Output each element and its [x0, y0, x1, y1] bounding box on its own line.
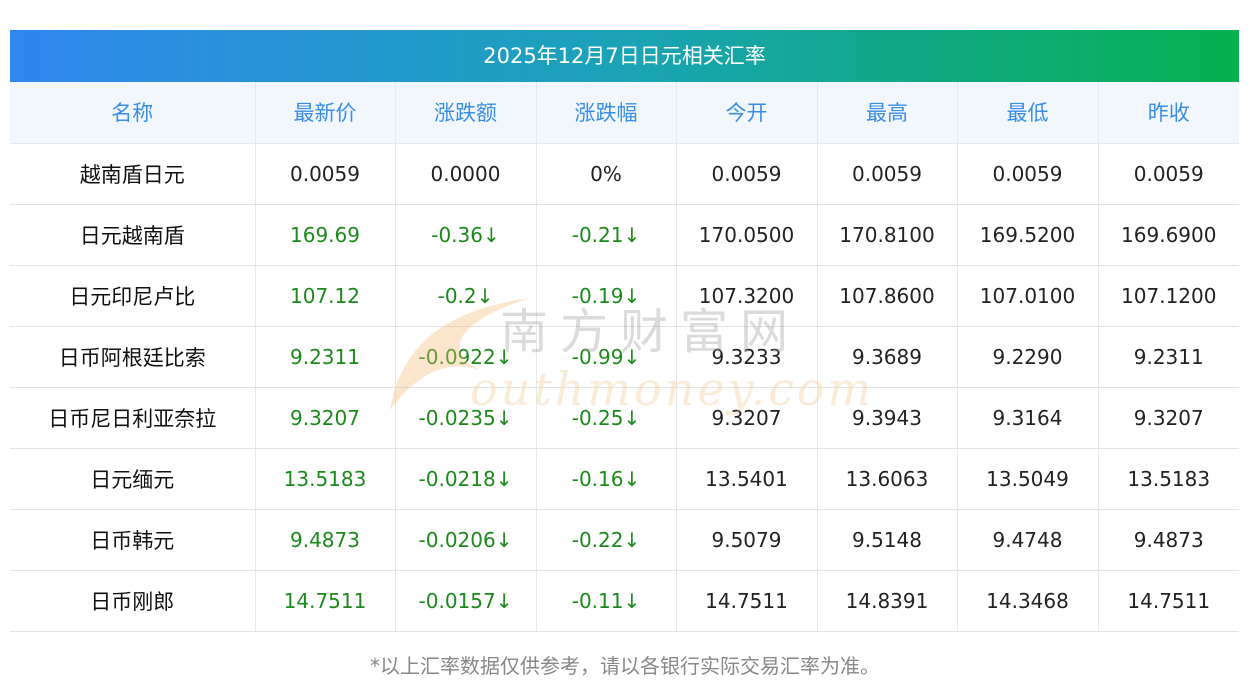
cell-low: 9.3164 — [957, 387, 1099, 449]
cell-pct: -0.25↓ — [536, 387, 677, 449]
cell-low: 9.4748 — [957, 509, 1099, 571]
cell-prev: 0.0059 — [1098, 143, 1239, 205]
cell-name: 日元印尼卢比 — [10, 265, 256, 327]
cell-open: 9.3207 — [676, 387, 818, 449]
cell-low: 9.2290 — [957, 326, 1099, 388]
cell-change: -0.0206↓ — [395, 509, 537, 571]
table-body: 越南盾日元 0.0059 0.0000 0% 0.0059 0.0059 0.0… — [10, 143, 1239, 632]
table-row: 日元印尼卢比 107.12 -0.2↓ -0.19↓ 107.3200 107.… — [10, 265, 1239, 327]
cell-change: -0.2↓ — [395, 265, 537, 327]
cell-change: -0.0218↓ — [395, 448, 537, 510]
cell-open: 14.7511 — [676, 570, 818, 632]
cell-low: 169.5200 — [957, 204, 1099, 266]
table-row: 日币韩元 9.4873 -0.0206↓ -0.22↓ 9.5079 9.514… — [10, 509, 1239, 571]
col-header-name: 名称 — [10, 82, 256, 144]
cell-latest: 169.69 — [255, 204, 396, 266]
cell-prev: 9.2311 — [1098, 326, 1239, 388]
rate-table: 名称 最新价 涨跌额 涨跌幅 今开 最高 最低 昨收 越南盾日元 0.0059 … — [10, 82, 1239, 632]
table-row: 越南盾日元 0.0059 0.0000 0% 0.0059 0.0059 0.0… — [10, 143, 1239, 205]
cell-prev: 14.7511 — [1098, 570, 1239, 632]
table-row: 日币阿根廷比索 9.2311 -0.0922↓ -0.99↓ 9.3233 9.… — [10, 326, 1239, 388]
cell-name: 日元缅元 — [10, 448, 256, 510]
cell-pct: -0.16↓ — [536, 448, 677, 510]
cell-change: -0.0157↓ — [395, 570, 537, 632]
cell-pct: -0.22↓ — [536, 509, 677, 571]
cell-change: 0.0000 — [395, 143, 537, 205]
cell-low: 0.0059 — [957, 143, 1099, 205]
table-row: 日币刚郎 14.7511 -0.0157↓ -0.11↓ 14.7511 14.… — [10, 570, 1239, 632]
cell-open: 0.0059 — [676, 143, 818, 205]
cell-name: 日币阿根廷比索 — [10, 326, 256, 388]
cell-low: 13.5049 — [957, 448, 1099, 510]
col-header-change: 涨跌额 — [395, 82, 537, 144]
disclaimer-note: *以上汇率数据仅供参考，请以各银行实际交易汇率为准。 — [370, 654, 880, 678]
cell-high: 9.5148 — [817, 509, 958, 571]
cell-name: 日元越南盾 — [10, 204, 256, 266]
cell-high: 170.8100 — [817, 204, 958, 266]
table-title: 2025年12月7日日元相关汇率 — [10, 30, 1239, 82]
cell-pct: -0.11↓ — [536, 570, 677, 632]
cell-change: -0.36↓ — [395, 204, 537, 266]
cell-prev: 9.3207 — [1098, 387, 1239, 449]
cell-latest: 9.4873 — [255, 509, 396, 571]
cell-open: 170.0500 — [676, 204, 818, 266]
cell-open: 107.3200 — [676, 265, 818, 327]
cell-name: 越南盾日元 — [10, 143, 256, 205]
cell-name: 日币刚郎 — [10, 570, 256, 632]
cell-open: 9.3233 — [676, 326, 818, 388]
cell-latest: 0.0059 — [255, 143, 396, 205]
cell-name: 日币尼日利亚奈拉 — [10, 387, 256, 449]
col-header-high: 最高 — [817, 82, 958, 144]
cell-low: 14.3468 — [957, 570, 1099, 632]
cell-latest: 107.12 — [255, 265, 396, 327]
cell-prev: 107.1200 — [1098, 265, 1239, 327]
cell-open: 13.5401 — [676, 448, 818, 510]
cell-high: 0.0059 — [817, 143, 958, 205]
cell-pct: -0.21↓ — [536, 204, 677, 266]
header-row: 名称 最新价 涨跌额 涨跌幅 今开 最高 最低 昨收 — [10, 82, 1239, 144]
cell-latest: 9.3207 — [255, 387, 396, 449]
cell-prev: 169.6900 — [1098, 204, 1239, 266]
cell-prev: 13.5183 — [1098, 448, 1239, 510]
col-header-prev: 昨收 — [1098, 82, 1239, 144]
col-header-low: 最低 — [957, 82, 1099, 144]
cell-pct: 0% — [536, 143, 677, 205]
cell-latest: 9.2311 — [255, 326, 396, 388]
cell-high: 9.3943 — [817, 387, 958, 449]
cell-prev: 9.4873 — [1098, 509, 1239, 571]
cell-latest: 14.7511 — [255, 570, 396, 632]
cell-low: 107.0100 — [957, 265, 1099, 327]
table-row: 日元越南盾 169.69 -0.36↓ -0.21↓ 170.0500 170.… — [10, 204, 1239, 266]
col-header-open: 今开 — [676, 82, 818, 144]
cell-pct: -0.19↓ — [536, 265, 677, 327]
cell-pct: -0.99↓ — [536, 326, 677, 388]
cell-high: 107.8600 — [817, 265, 958, 327]
rate-table-container: 2025年12月7日日元相关汇率 名称 最新价 涨跌额 涨跌幅 今开 最高 最低… — [10, 30, 1239, 632]
col-header-latest: 最新价 — [255, 82, 396, 144]
cell-change: -0.0922↓ — [395, 326, 537, 388]
cell-latest: 13.5183 — [255, 448, 396, 510]
col-header-pct: 涨跌幅 — [536, 82, 677, 144]
cell-high: 14.8391 — [817, 570, 958, 632]
table-row: 日元缅元 13.5183 -0.0218↓ -0.16↓ 13.5401 13.… — [10, 448, 1239, 510]
cell-open: 9.5079 — [676, 509, 818, 571]
cell-high: 9.3689 — [817, 326, 958, 388]
table-row: 日币尼日利亚奈拉 9.3207 -0.0235↓ -0.25↓ 9.3207 9… — [10, 387, 1239, 449]
cell-high: 13.6063 — [817, 448, 958, 510]
cell-change: -0.0235↓ — [395, 387, 537, 449]
cell-name: 日币韩元 — [10, 509, 256, 571]
